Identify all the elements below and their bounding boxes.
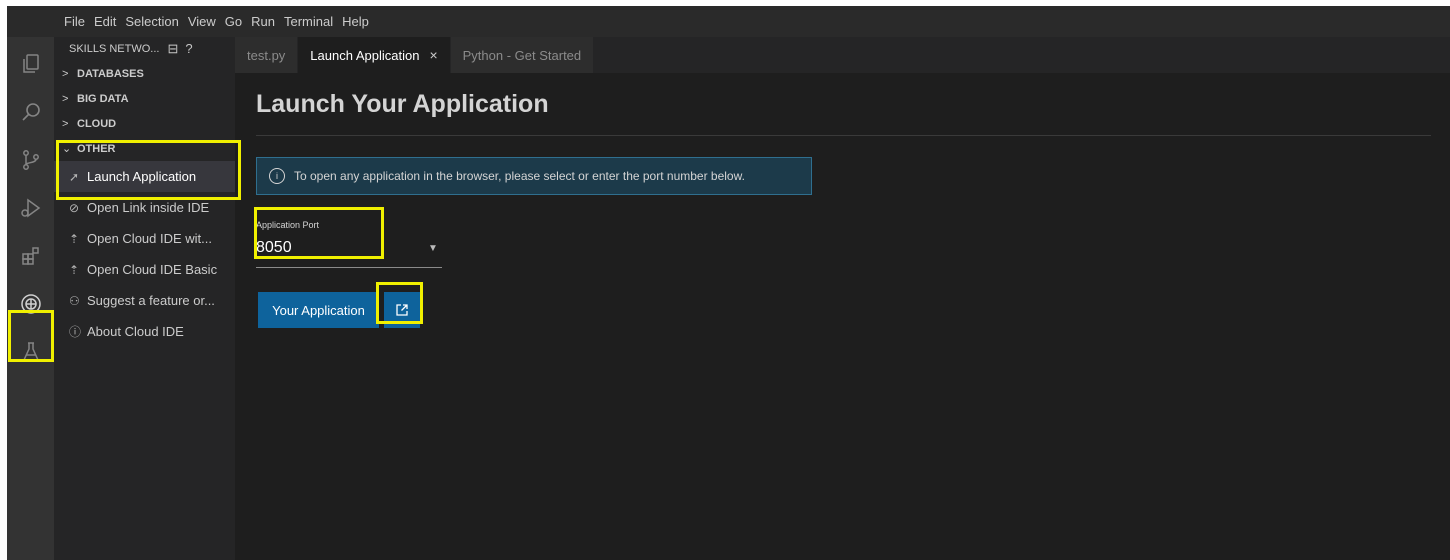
chevron-right-icon: >: [62, 67, 69, 80]
your-application-button[interactable]: Your Application: [258, 292, 379, 328]
chevron-down-icon: ⌄: [62, 143, 72, 155]
people-icon: ⚇: [69, 293, 80, 308]
section-cloud[interactable]: > CLOUD: [54, 111, 235, 136]
section-label: BIG DATA: [77, 92, 129, 105]
chevron-right-icon: >: [62, 117, 69, 130]
sidebar-item-open-link[interactable]: ⊘ Open Link inside IDE: [54, 192, 235, 223]
sidebar-item-launch-application[interactable]: ➚ Launch Application: [54, 161, 235, 192]
collapse-all-icon[interactable]: ⊟: [167, 41, 178, 57]
rocket-icon: ➚: [69, 169, 80, 184]
sidebar-item-label: Open Link inside IDE: [87, 200, 210, 215]
menu-file[interactable]: File: [64, 14, 85, 29]
menu-bar: File Edit Selection View Go Run Terminal…: [7, 6, 1450, 37]
sidebar: SKILLS NETWO... ⊟ ? > DATABASES > BIG DA…: [54, 37, 235, 560]
run-debug-icon[interactable]: [15, 192, 46, 223]
sidebar-item-about-cloud-ide[interactable]: ⓘ About Cloud IDE: [54, 316, 235, 347]
section-label: OTHER: [77, 142, 116, 155]
open-external-button[interactable]: [384, 292, 420, 328]
explorer-icon[interactable]: [15, 48, 46, 79]
menu-go[interactable]: Go: [225, 14, 242, 29]
sidebar-item-label: About Cloud IDE: [87, 324, 184, 339]
tab-label: Launch Application: [310, 47, 420, 63]
sidebar-item-suggest-feature[interactable]: ⚇ Suggest a feature or...: [54, 285, 235, 316]
help-icon[interactable]: ?: [185, 41, 192, 57]
ide-window: File Edit Selection View Go Run Terminal…: [7, 6, 1450, 560]
info-icon: ⓘ: [69, 325, 82, 339]
info-icon: i: [269, 168, 285, 184]
port-underline: [256, 267, 442, 268]
section-big-data[interactable]: > BIG DATA: [54, 86, 235, 111]
menu-selection[interactable]: Selection: [125, 14, 178, 29]
section-other[interactable]: ⌄ OTHER: [54, 136, 235, 161]
menu-run[interactable]: Run: [251, 14, 275, 29]
tab-test-py[interactable]: test.py: [235, 37, 298, 73]
search-icon[interactable]: [15, 96, 46, 127]
sidebar-item-label: Suggest a feature or...: [87, 293, 215, 308]
sidebar-header: SKILLS NETWO... ⊟ ?: [54, 37, 235, 61]
section-label: DATABASES: [77, 67, 144, 80]
section-databases[interactable]: > DATABASES: [54, 61, 235, 86]
tab-launch-application[interactable]: Launch Application ×: [298, 37, 450, 73]
caret-down-icon[interactable]: ▼: [428, 243, 438, 254]
extensions-icon[interactable]: [15, 240, 46, 271]
external-link-icon: [396, 304, 408, 316]
skills-network-icon[interactable]: [15, 288, 46, 319]
page-title: Launch Your Application: [256, 90, 549, 118]
chevron-right-icon: >: [62, 92, 69, 105]
section-label: CLOUD: [77, 117, 117, 130]
sidebar-title: SKILLS NETWO...: [69, 43, 160, 55]
cloud-upload-icon: ⇡: [69, 262, 80, 277]
sidebar-item-label: Launch Application: [87, 169, 197, 184]
tab-label: Python - Get Started: [462, 47, 582, 63]
source-control-icon[interactable]: [15, 144, 46, 175]
sidebar-item-label: Open Cloud IDE wit...: [87, 231, 212, 246]
activity-bar: [7, 37, 54, 560]
tab-python-get-started[interactable]: Python - Get Started: [450, 37, 594, 73]
sidebar-item-label: Open Cloud IDE Basic: [87, 262, 218, 277]
close-icon[interactable]: ×: [429, 47, 437, 63]
editor-tabs: test.py Launch Application × Python - Ge…: [235, 37, 1450, 73]
port-label: Application Port: [256, 220, 320, 230]
title-divider: [256, 135, 1431, 136]
notice-text: To open any application in the browser, …: [294, 169, 745, 183]
menu-terminal[interactable]: Terminal: [284, 14, 333, 29]
sidebar-item-open-cloud-ide-basic[interactable]: ⇡ Open Cloud IDE Basic: [54, 254, 235, 285]
info-notice: i To open any application in the browser…: [256, 157, 812, 195]
link-icon: ⊘: [69, 200, 80, 215]
editor-content: Launch Your Application i To open any ap…: [235, 73, 1450, 560]
menu-edit[interactable]: Edit: [94, 14, 116, 29]
sidebar-item-open-cloud-ide-with[interactable]: ⇡ Open Cloud IDE wit...: [54, 223, 235, 254]
testing-flask-icon[interactable]: [15, 336, 46, 367]
menu-help[interactable]: Help: [342, 14, 369, 29]
menu-view[interactable]: View: [188, 14, 216, 29]
port-select[interactable]: 8050: [256, 239, 292, 257]
tab-label: test.py: [247, 47, 286, 63]
cloud-upload-icon: ⇡: [69, 231, 80, 246]
